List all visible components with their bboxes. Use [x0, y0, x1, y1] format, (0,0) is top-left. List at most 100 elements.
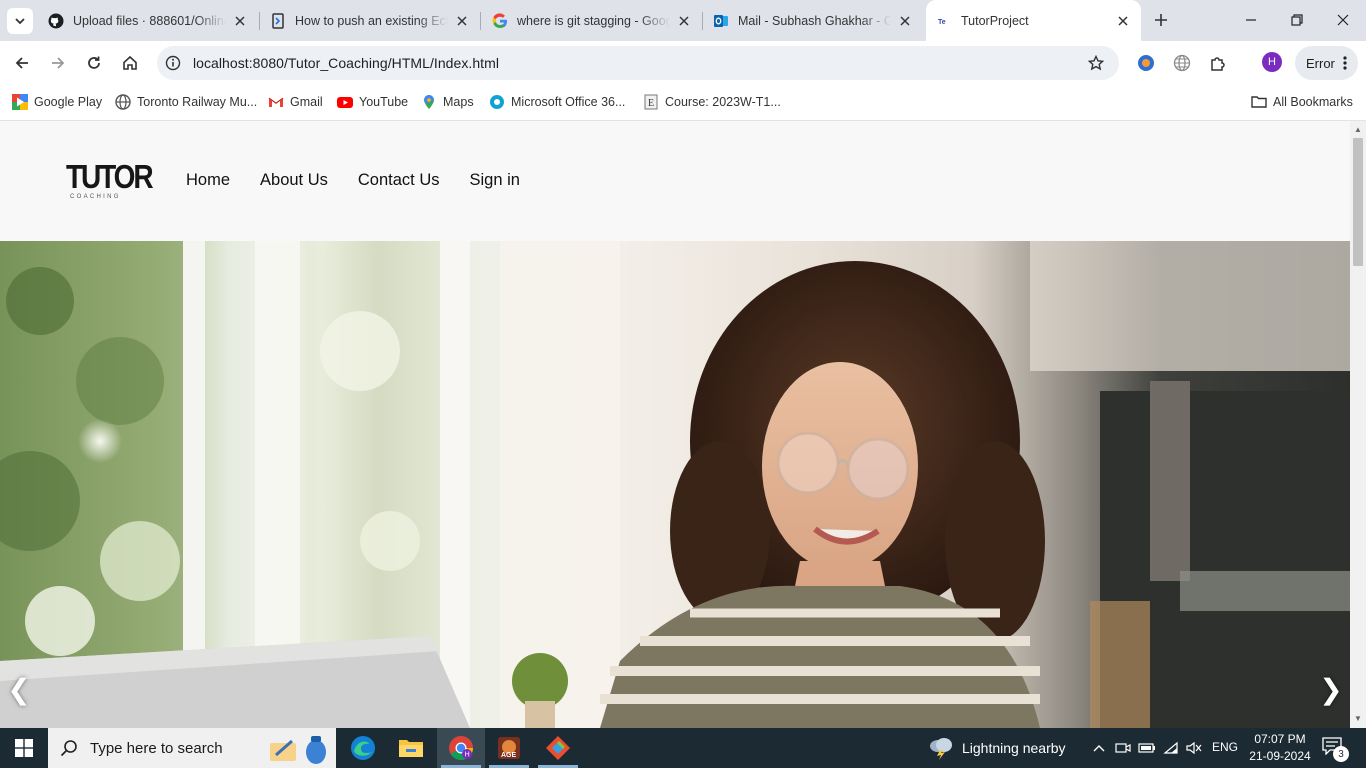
- bookmark-label: All Bookmarks: [1273, 95, 1353, 109]
- tab-title: TutorProject: [961, 13, 1029, 28]
- outlook-icon: [713, 13, 729, 29]
- close-icon[interactable]: [897, 13, 913, 29]
- bookmark-youtube[interactable]: YouTube: [337, 92, 408, 112]
- restore-button[interactable]: [1274, 0, 1320, 40]
- tab-outlook-mail[interactable]: Mail - Subhash Ghakhar - Ou: [703, 6, 923, 35]
- bookmark-microsoft-office[interactable]: Microsoft Office 36...: [489, 92, 625, 112]
- taskbar-git[interactable]: [534, 728, 582, 768]
- github-icon: [48, 13, 64, 29]
- info-icon[interactable]: [164, 54, 182, 72]
- bookmark-label: Google Play: [34, 95, 103, 109]
- bookmark-toronto-railway[interactable]: Toronto Railway Mu...: [115, 92, 257, 112]
- game-app-icon: AGE: [498, 737, 520, 759]
- notification-center-button[interactable]: 3: [1322, 737, 1350, 762]
- close-icon[interactable]: [676, 13, 692, 29]
- close-icon[interactable]: [1115, 13, 1131, 29]
- tab-title: Mail - Subhash Ghakhar - Ou: [738, 13, 891, 28]
- address-bar[interactable]: localhost:8080/Tutor_Coaching/HTML/Index…: [157, 46, 1119, 80]
- taskbar-chrome[interactable]: H: [437, 728, 485, 768]
- show-hidden-icons[interactable]: [1090, 738, 1108, 758]
- chrome-icon: H: [449, 736, 473, 761]
- bookmark-label: Maps: [443, 95, 474, 109]
- storm-cloud-icon: [930, 738, 952, 760]
- minimize-button[interactable]: [1228, 0, 1274, 40]
- taskbar-search-box[interactable]: Type here to search: [48, 728, 336, 768]
- close-window-button[interactable]: [1320, 0, 1366, 40]
- page-scrollbar[interactable]: ▲ ▼: [1350, 121, 1366, 728]
- extension-shield-icon[interactable]: [1136, 53, 1156, 73]
- all-bookmarks[interactable]: All Bookmarks: [1251, 92, 1353, 112]
- bookmark-label: Microsoft Office 36...: [511, 95, 626, 109]
- taskbar-clock[interactable]: 07:07 PM 21-09-2024: [1248, 731, 1312, 765]
- close-icon: [1337, 14, 1349, 26]
- site-logo[interactable]: TUTOR COACHING: [66, 158, 154, 203]
- tab-title: How to push an existing Eclip: [295, 13, 448, 28]
- office-icon: [489, 94, 505, 110]
- start-button[interactable]: [0, 728, 48, 768]
- nav-contact-us[interactable]: Contact Us: [358, 171, 440, 190]
- taskbar-app-game[interactable]: AGE: [485, 728, 533, 768]
- error-button[interactable]: Error: [1295, 46, 1358, 80]
- scroll-down-icon[interactable]: ▼: [1354, 715, 1362, 723]
- search-icon: [60, 740, 77, 757]
- tab-push-eclipse[interactable]: How to push an existing Eclip: [260, 6, 480, 35]
- nav-sign-in[interactable]: Sign in: [470, 171, 520, 190]
- extension-globe-icon[interactable]: [1172, 53, 1192, 73]
- close-icon[interactable]: [454, 13, 470, 29]
- search-placeholder: Type here to search: [90, 739, 223, 757]
- close-icon[interactable]: [232, 13, 248, 29]
- tab-google-search[interactable]: where is git stagging - Goog: [482, 6, 702, 35]
- bookmark-course[interactable]: E Course: 2023W-T1...: [643, 92, 781, 112]
- weather-widget[interactable]: Lightning nearby: [928, 736, 1066, 760]
- course-icon: E: [643, 94, 659, 110]
- profile-avatar[interactable]: H: [1262, 52, 1282, 72]
- back-button[interactable]: [8, 49, 36, 77]
- tab-upload-files[interactable]: Upload files · 888601/Online: [38, 6, 258, 35]
- hero-carousel: ❮ ❯: [0, 241, 1350, 728]
- tray-volume-muted[interactable]: [1185, 738, 1203, 758]
- tab-tutorproject[interactable]: Te TutorProject: [926, 0, 1141, 41]
- git-icon: [546, 736, 570, 760]
- bookmark-gmail[interactable]: Gmail: [268, 92, 323, 112]
- carousel-next-button[interactable]: ❯: [1316, 669, 1346, 709]
- wifi-icon: [1163, 741, 1178, 754]
- tray-battery[interactable]: [1138, 738, 1156, 758]
- url-text[interactable]: localhost:8080/Tutor_Coaching/HTML/Index…: [193, 55, 499, 71]
- taskbar-file-explorer[interactable]: [387, 728, 435, 768]
- new-tab-button[interactable]: [1150, 9, 1172, 31]
- more-vert-icon[interactable]: [1343, 55, 1347, 74]
- scrollbar-thumb[interactable]: [1353, 138, 1363, 266]
- maps-icon: [421, 94, 437, 110]
- bookmark-star-icon[interactable]: [1087, 54, 1105, 72]
- page-viewport: TUTOR COACHING Home About Us Contact Us …: [0, 121, 1350, 728]
- nav-about-us[interactable]: About Us: [260, 171, 328, 190]
- gmail-icon: [268, 94, 284, 110]
- video-camera-icon: [1115, 743, 1131, 753]
- nav-home[interactable]: Home: [186, 171, 230, 190]
- volume-muted-icon: [1186, 741, 1202, 755]
- carousel-prev-button[interactable]: ❮: [4, 669, 34, 709]
- home-button[interactable]: [116, 49, 144, 77]
- bookmark-maps[interactable]: Maps: [421, 92, 474, 112]
- tab-search-button[interactable]: [7, 8, 33, 34]
- tray-wifi[interactable]: [1162, 738, 1180, 758]
- bookmark-label: Course: 2023W-T1...: [665, 95, 781, 109]
- taskbar-edge[interactable]: [339, 728, 387, 768]
- chevron-up-icon: [1093, 745, 1105, 752]
- tab-title: where is git stagging - Goog: [517, 13, 670, 28]
- bookmarks-bar: Google Play Toronto Railway Mu... Gmail …: [0, 85, 1366, 121]
- tray-meet[interactable]: [1114, 738, 1132, 758]
- input-language[interactable]: ENG: [1212, 740, 1238, 754]
- restore-icon: [1291, 14, 1303, 26]
- google-icon: [492, 12, 508, 29]
- reload-button[interactable]: [80, 49, 108, 77]
- bookmark-google-play[interactable]: Google Play: [12, 92, 102, 112]
- folder-icon: [1251, 94, 1267, 110]
- clock-time: 07:07 PM: [1254, 732, 1306, 746]
- logo-main-text: TUTOR: [66, 158, 154, 195]
- site-header: TUTOR COACHING Home About Us Contact Us …: [0, 121, 1350, 241]
- scroll-up-icon[interactable]: ▲: [1354, 126, 1362, 134]
- forward-button[interactable]: [44, 49, 72, 77]
- extensions-puzzle-icon[interactable]: [1208, 53, 1228, 73]
- weather-text: Lightning nearby: [962, 740, 1066, 756]
